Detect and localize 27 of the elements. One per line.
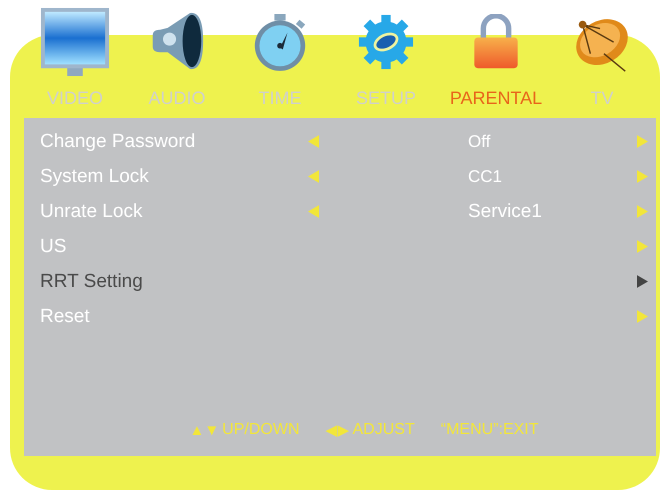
hint-text: ADJUST	[352, 421, 415, 439]
left-arrow-icon[interactable]	[308, 205, 319, 218]
gear-icon[interactable]	[358, 14, 414, 70]
menu-tab[interactable]: VIDEO	[46, 88, 103, 108]
hint-text: UP/DOWN	[222, 421, 300, 439]
menu-item[interactable]: Reset	[40, 306, 308, 328]
monitor-icon[interactable]	[40, 6, 110, 78]
stopwatch-icon[interactable]	[252, 12, 308, 72]
menu-tab[interactable]: TIME	[258, 88, 302, 108]
key-arrows: ◀▶	[326, 421, 350, 439]
option-value: Service1	[468, 200, 542, 222]
right-arrow-icon[interactable]	[637, 275, 648, 288]
menu-item[interactable]: Change Password	[40, 130, 308, 152]
left-arrow-icon[interactable]	[308, 170, 319, 183]
left-arrow-icon[interactable]	[308, 135, 319, 148]
menu-item[interactable]: US	[40, 236, 308, 258]
option-value: CC1	[468, 166, 502, 186]
menu-tab[interactable]: PARENTAL	[450, 88, 542, 108]
menu-tab[interactable]: SETUP	[356, 88, 416, 108]
menu-item[interactable]: RRT Setting	[40, 270, 308, 292]
menu-tab[interactable]: AUDIO	[148, 88, 206, 108]
option-value: Off	[468, 132, 490, 150]
hint-text: “MENU”:EXIT	[440, 421, 539, 439]
key-arrows: ▲▼	[189, 422, 220, 438]
menu-item[interactable]: System Lock	[40, 166, 308, 188]
menu-tab[interactable]: TV	[590, 88, 614, 108]
menu-item[interactable]: Unrate Lock	[40, 200, 308, 222]
